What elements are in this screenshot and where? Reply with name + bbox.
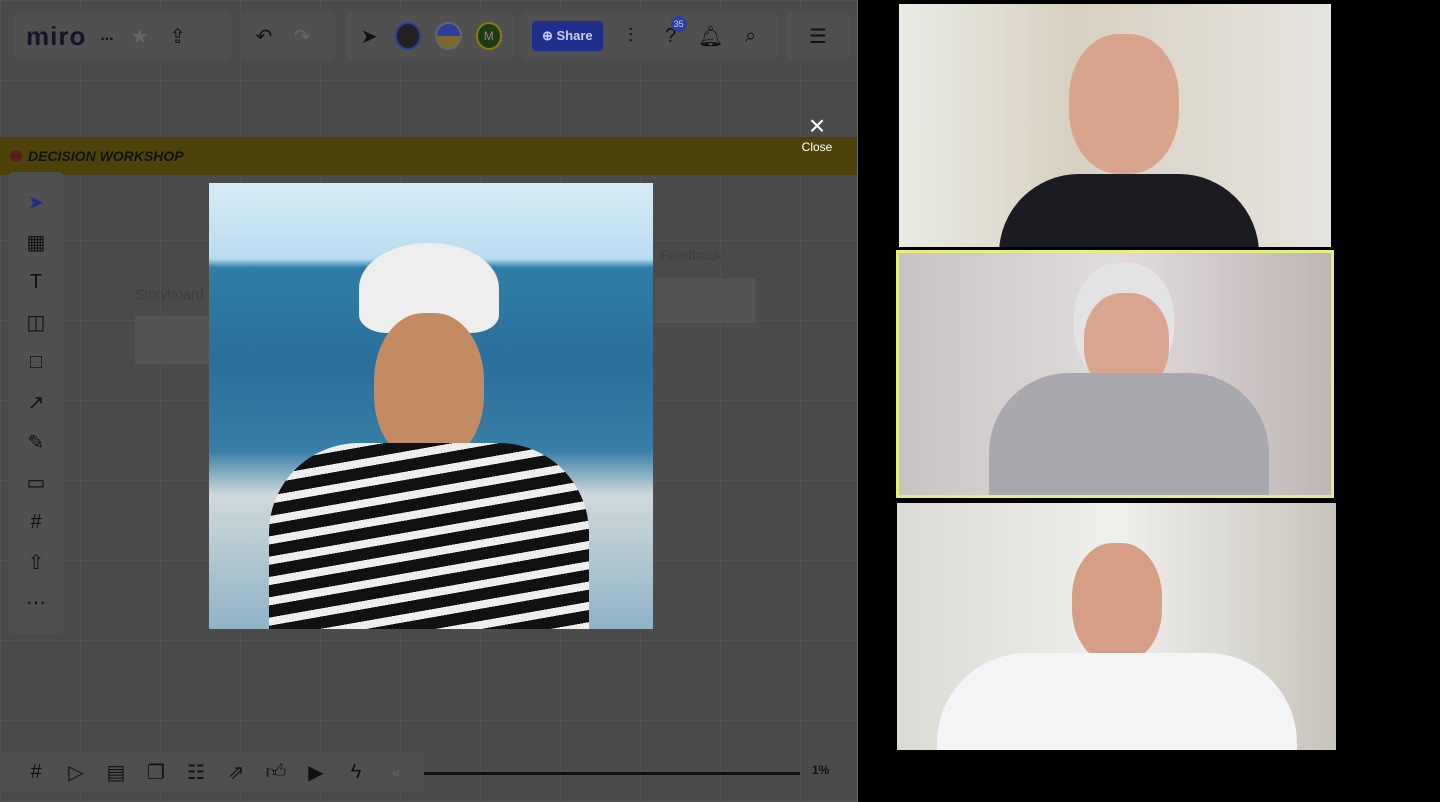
screen-share-icon[interactable]: ⇗: [224, 760, 248, 784]
canvas-card: [655, 278, 755, 323]
close-button[interactable]: × Close: [796, 110, 838, 155]
target-icon: [10, 150, 22, 162]
shirt: [937, 653, 1297, 750]
avatar[interactable]: [435, 22, 462, 50]
notes-icon[interactable]: ☰: [806, 24, 830, 48]
templates-icon[interactable]: ▦: [24, 230, 48, 254]
miro-logo: miro: [26, 20, 87, 51]
shirt: [999, 174, 1259, 247]
video-tile-participant-1[interactable]: [899, 4, 1331, 247]
face: [1069, 34, 1179, 174]
presentation-icon[interactable]: ▷: [64, 760, 88, 784]
frame-icon[interactable]: #: [24, 510, 48, 534]
face: [374, 313, 484, 463]
redo-icon[interactable]: ↷: [290, 24, 314, 48]
shape-icon[interactable]: □: [24, 350, 48, 374]
notes-panel: ☰: [786, 12, 850, 60]
comment-icon[interactable]: ▭: [24, 470, 48, 494]
video-icon[interactable]: ▶: [304, 760, 328, 784]
close-icon: ×: [808, 110, 826, 141]
bottom-toolbar: # ▷ ▤ ❐ ☷ ⇗ 👍︎ ▶ ϟ «: [0, 752, 424, 792]
miro-board[interactable]: miro ... ★ ⇪ ↶ ↷ ➤ M ⊕ Share ⫶ ? 35 🔔︎ ⌕ …: [0, 0, 858, 802]
share-button[interactable]: ⊕ Share: [532, 21, 603, 51]
pen-icon[interactable]: ✎: [24, 430, 48, 454]
collapse-icon[interactable]: «: [384, 760, 408, 784]
scrollbar[interactable]: [424, 772, 800, 775]
board-name[interactable]: ...: [100, 27, 113, 45]
zoom-level[interactable]: 1%: [812, 763, 829, 777]
sweater: [989, 373, 1269, 495]
avatar[interactable]: M: [475, 22, 502, 50]
upload-icon[interactable]: ⇧: [24, 550, 48, 574]
striped-shirt: [269, 443, 589, 629]
arrow-icon[interactable]: ↗: [24, 390, 48, 414]
undo-icon[interactable]: ↶: [252, 24, 276, 48]
notification-count-badge: 35: [670, 16, 687, 32]
canvas-label-feedback: Feedback: [660, 247, 722, 263]
video-tile-participant-3[interactable]: [897, 503, 1336, 750]
video-tile-participant-2-active[interactable]: [896, 250, 1334, 498]
globe-icon: ⊕: [542, 28, 557, 43]
face: [1072, 543, 1162, 663]
frame-title: DECISION WORKSHOP: [28, 148, 184, 164]
more-icon[interactable]: ⋯: [24, 590, 48, 614]
text-icon[interactable]: T: [24, 270, 48, 294]
chat-icon[interactable]: ❐: [144, 760, 168, 784]
frames-icon[interactable]: #: [24, 760, 48, 784]
board-menu-panel: miro ... ★ ⇪: [14, 12, 232, 60]
undo-redo-panel: ↶ ↷: [240, 12, 336, 60]
comments-icon[interactable]: ▤: [104, 760, 128, 784]
left-toolbar: ➤ ▦ T ◫ □ ↗ ✎ ▭ # ⇧ ⋯: [8, 172, 64, 634]
actions-panel: ⊕ Share ⫶ ? 35 🔔︎ ⌕: [520, 12, 778, 60]
canvas-card: [135, 316, 215, 364]
collaborators-panel: ➤ M: [346, 12, 514, 60]
avatar[interactable]: [394, 22, 421, 50]
settings-sliders-icon[interactable]: ⫶: [619, 24, 643, 48]
cards-icon[interactable]: ☷: [184, 760, 208, 784]
frame-header[interactable]: DECISION WORKSHOP: [0, 137, 857, 175]
help-icon[interactable]: ? 35: [659, 16, 687, 48]
bell-icon[interactable]: 🔔︎: [698, 24, 723, 48]
lightning-icon[interactable]: ϟ: [344, 760, 368, 784]
thumbs-up-icon[interactable]: 👍︎: [264, 760, 288, 784]
star-icon[interactable]: ★: [128, 24, 152, 48]
canvas-label-storyboard: Storyboard: [135, 286, 204, 302]
search-icon[interactable]: ⌕: [739, 24, 763, 48]
select-icon[interactable]: ➤: [24, 190, 48, 214]
export-icon[interactable]: ⇪: [166, 24, 190, 48]
cursor-follow-icon[interactable]: ➤: [358, 24, 381, 48]
preview-image: [209, 183, 653, 629]
sticky-note-icon[interactable]: ◫: [24, 310, 48, 334]
